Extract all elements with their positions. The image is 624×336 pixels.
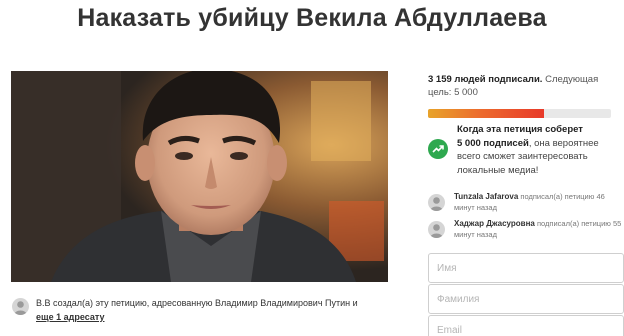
creator-info: В.В создал(а) эту петицию, адресованную … <box>11 294 391 334</box>
last-name-input[interactable] <box>428 284 624 314</box>
petition-photo-image <box>11 71 388 282</box>
goal-text: Когда эта петиция соберет 5 000 подписей… <box>457 123 622 177</box>
more-recipients-link[interactable]: еще 1 адресату <box>36 312 104 322</box>
email-input[interactable] <box>428 315 624 336</box>
goal-target: 5 000 подписей <box>457 137 529 149</box>
recent-signer: Tunzala Jafarova подписал(а) петицию 46 … <box>428 191 623 217</box>
signer-name: Tunzala Jafarova <box>454 192 519 201</box>
goal-line1: Когда эта петиция соберет <box>457 124 583 135</box>
trending-up-icon <box>428 139 448 159</box>
goal-message: Когда эта петиция соберет 5 000 подписей… <box>428 123 618 183</box>
recent-signer: Хаджар Джасуровна подписал(а) петицию 55… <box>428 218 623 244</box>
user-avatar-icon <box>430 224 443 238</box>
progress-bar <box>428 109 611 118</box>
creator-avatar <box>12 298 29 315</box>
creator-description: создал(а) эту петицию, адресованную Влад… <box>50 298 358 308</box>
signature-count: 3 159 людей подписали. Следующая цель: 5… <box>428 73 618 99</box>
signer-name: Хаджар Джасуровна <box>454 219 535 228</box>
signer-avatar <box>428 194 445 211</box>
creator-text: В.В создал(а) эту петицию, адресованную … <box>36 296 391 324</box>
signer-text: Хаджар Джасуровна подписал(а) петицию 55… <box>454 218 622 240</box>
user-avatar-icon <box>14 301 27 315</box>
progress-bar-fill <box>428 109 544 118</box>
user-avatar-icon <box>430 197 443 211</box>
signer-avatar <box>428 221 445 238</box>
first-name-input[interactable] <box>428 253 624 283</box>
creator-name[interactable]: В.В <box>36 298 51 308</box>
signature-count-value: 3 159 людей подписали. <box>428 74 543 85</box>
petition-photo <box>11 71 388 282</box>
signer-text: Tunzala Jafarova подписал(а) петицию 46 … <box>454 191 622 213</box>
